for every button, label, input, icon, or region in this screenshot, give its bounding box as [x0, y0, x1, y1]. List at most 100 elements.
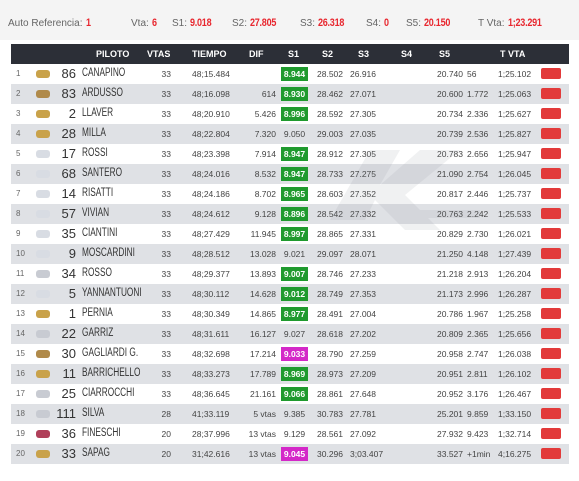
best-lap-time: T Vta: 1;23.291 — [478, 17, 549, 29]
position-cell: 2 — [16, 89, 21, 98]
sector-5-cell: 20.763 — [437, 209, 463, 219]
diff-cell: 11.945 — [250, 229, 276, 239]
time-cell: 48;32.698 — [192, 349, 230, 359]
car-number: 86 — [61, 66, 76, 81]
sector-1-cell: 8.997 — [281, 227, 308, 241]
timing-table: PILOTO VTAS TIEMPO DIF S1 S2 S3 S4 S5 T … — [11, 44, 569, 464]
diff-cell: 8.532 — [254, 169, 276, 179]
table-body: 1 86 CANAPINO 33 48;15.484 8.944 28.502 26.916 2… — [11, 64, 569, 464]
sector-5-cell: 20.734 — [437, 109, 463, 119]
row-action-button[interactable] — [541, 448, 561, 459]
sector-2-value: 27.805 — [250, 17, 277, 29]
laps-cell: 28 — [161, 409, 171, 419]
row-action-button[interactable] — [541, 168, 561, 179]
sector-5-cell: 21.173 — [437, 289, 463, 299]
row-action-button[interactable] — [541, 368, 561, 379]
sector-5-cell: 33.527 — [437, 449, 463, 459]
row-action-button[interactable] — [541, 328, 561, 339]
position-cell: 5 — [16, 149, 21, 158]
car-brand-icon — [36, 430, 50, 438]
gap-cell: 2.747 — [467, 349, 489, 359]
sector-5-cell: 20.952 — [437, 389, 463, 399]
row-action-button[interactable] — [541, 288, 561, 299]
gap-cell: 2.811 — [467, 369, 488, 379]
sector-3-cell: 27.648 — [350, 389, 376, 399]
row-action-button[interactable] — [541, 148, 561, 159]
laps-cell: 33 — [161, 149, 171, 159]
time-cell: 28;37.996 — [192, 429, 230, 439]
driver-name: ARDUSSO — [82, 87, 123, 99]
sector-3-label: S3: — [300, 18, 316, 29]
sector-2-cell: 28.865 — [317, 229, 343, 239]
diff-cell: 614 — [261, 89, 276, 99]
driver-name: ROSSI — [82, 147, 108, 159]
table-row: 6 68 SANTERO 33 48;24.016 8.532 8.947 28.733 27.… — [11, 164, 569, 184]
sector-5-value: 20.150 — [424, 17, 451, 29]
laps-cell: 20 — [161, 429, 171, 439]
gap-cell: 4.148 — [467, 249, 489, 259]
row-action-button[interactable] — [541, 128, 561, 139]
row-action-button[interactable] — [541, 308, 561, 319]
sector-1-cell: 8.947 — [281, 147, 308, 161]
car-brand-icon — [36, 390, 50, 398]
sector-5-cell: 20.951 — [437, 369, 463, 379]
best-lap-value: 1;23.291 — [507, 17, 542, 29]
gap-cell: 56 — [467, 69, 477, 79]
sector-1-cell: 9.033 — [281, 347, 308, 361]
row-action-button[interactable] — [541, 88, 561, 99]
driver-name: CIARROCCHI — [82, 387, 135, 399]
car-number: 33 — [61, 446, 76, 461]
table-row: 4 28 MILLA 33 48;22.804 7.320 9.050 29.003 27.03… — [11, 124, 569, 144]
reference-value: 1 — [85, 17, 91, 29]
diff-cell: 13 vtas — [248, 429, 276, 439]
car-number: 17 — [61, 146, 76, 161]
row-action-button[interactable] — [541, 208, 561, 219]
car-brand-icon — [36, 70, 50, 78]
row-action-button[interactable] — [541, 248, 561, 259]
sector-5-cell: 20.958 — [437, 349, 463, 359]
sector-3-cell: 28.071 — [350, 249, 376, 259]
sector-3-value: 26.318 — [318, 17, 345, 29]
sector-5-cell: 20.829 — [437, 229, 463, 239]
row-action-button[interactable] — [541, 428, 561, 439]
lap-time-cell: 1;26.204 — [498, 269, 532, 279]
car-number: 14 — [61, 186, 76, 201]
driver-name: PERNIA — [82, 307, 113, 319]
sector-2-cell: 28.462 — [317, 89, 343, 99]
row-action-button[interactable] — [541, 348, 561, 359]
row-action-button[interactable] — [541, 68, 561, 79]
row-action-button[interactable] — [541, 188, 561, 199]
position-cell: 19 — [16, 429, 25, 438]
row-action-button[interactable] — [541, 268, 561, 279]
gap-cell: 2.336 — [467, 109, 489, 119]
diff-cell: 17.214 — [250, 349, 276, 359]
sector-2-cell: 28.790 — [317, 349, 343, 359]
table-row: 18 111 SILVA 28 41;33.119 5 vtas 9.385 30.783 27… — [11, 404, 569, 424]
car-number: 25 — [61, 386, 76, 401]
car-number: 28 — [61, 126, 76, 141]
sector-5-cell: 27.932 — [437, 429, 463, 439]
car-brand-icon — [36, 290, 50, 298]
laps-cell: 33 — [161, 209, 171, 219]
position-cell: 4 — [16, 129, 21, 138]
car-number: 35 — [61, 226, 76, 241]
sector-1-cell: 9.385 — [283, 409, 306, 419]
gap-cell: 2.913 — [467, 269, 489, 279]
row-action-button[interactable] — [541, 228, 561, 239]
row-action-button[interactable] — [541, 108, 561, 119]
gap-cell: 2.536 — [467, 129, 489, 139]
col-tiempo: TIEMPO — [192, 49, 227, 59]
car-number: 36 — [61, 426, 76, 441]
car-brand-icon — [36, 270, 50, 278]
row-action-button[interactable] — [541, 388, 561, 399]
laps-cell: 20 — [161, 449, 171, 459]
position-cell: 1 — [16, 69, 21, 78]
sector-1-value: 9.018 — [190, 17, 212, 29]
time-cell: 48;16.098 — [192, 89, 230, 99]
row-action-button[interactable] — [541, 408, 561, 419]
table-row: 3 2 LLAVER 33 48;20.910 5.426 8.996 28.592 27.30… — [11, 104, 569, 124]
laps-cell: 33 — [161, 189, 171, 199]
position-cell: 16 — [16, 369, 25, 378]
time-cell: 31;42.616 — [192, 449, 230, 459]
sector-1-cell: 8.977 — [281, 307, 308, 321]
